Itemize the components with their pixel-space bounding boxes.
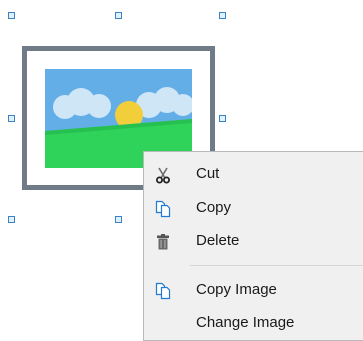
copy-icon: [154, 200, 172, 218]
menu-item-label: Delete: [196, 232, 240, 249]
resize-handle-top-center[interactable]: [115, 12, 122, 19]
resize-handle-bottom-center[interactable]: [115, 216, 122, 223]
menu-item-copy-image[interactable]: Copy Image: [144, 275, 363, 305]
resize-handle-top-left[interactable]: [8, 12, 15, 19]
resize-handle-middle-left[interactable]: [8, 115, 15, 122]
menu-item-label: Copy: [196, 199, 232, 216]
resize-handle-top-right[interactable]: [219, 12, 226, 19]
menu-item-label: Change Image: [196, 314, 295, 331]
menu-separator: [190, 265, 363, 266]
copy-icon: [154, 282, 172, 300]
menu-item-copy[interactable]: Copy: [144, 193, 363, 223]
menu-item-label: Copy Image: [196, 281, 277, 298]
menu-item-cut[interactable]: Cut: [144, 159, 363, 189]
menu-item-delete[interactable]: Delete: [144, 226, 363, 256]
context-menu: Cut Copy Delete Copy Image Change Image: [143, 151, 363, 341]
menu-item-change-image[interactable]: Change Image: [144, 308, 363, 338]
scissors-icon: [154, 166, 172, 184]
resize-handle-bottom-left[interactable]: [8, 216, 15, 223]
menu-item-label: Cut: [196, 165, 220, 182]
resize-handle-middle-right[interactable]: [219, 115, 226, 122]
trash-icon: [154, 233, 172, 251]
